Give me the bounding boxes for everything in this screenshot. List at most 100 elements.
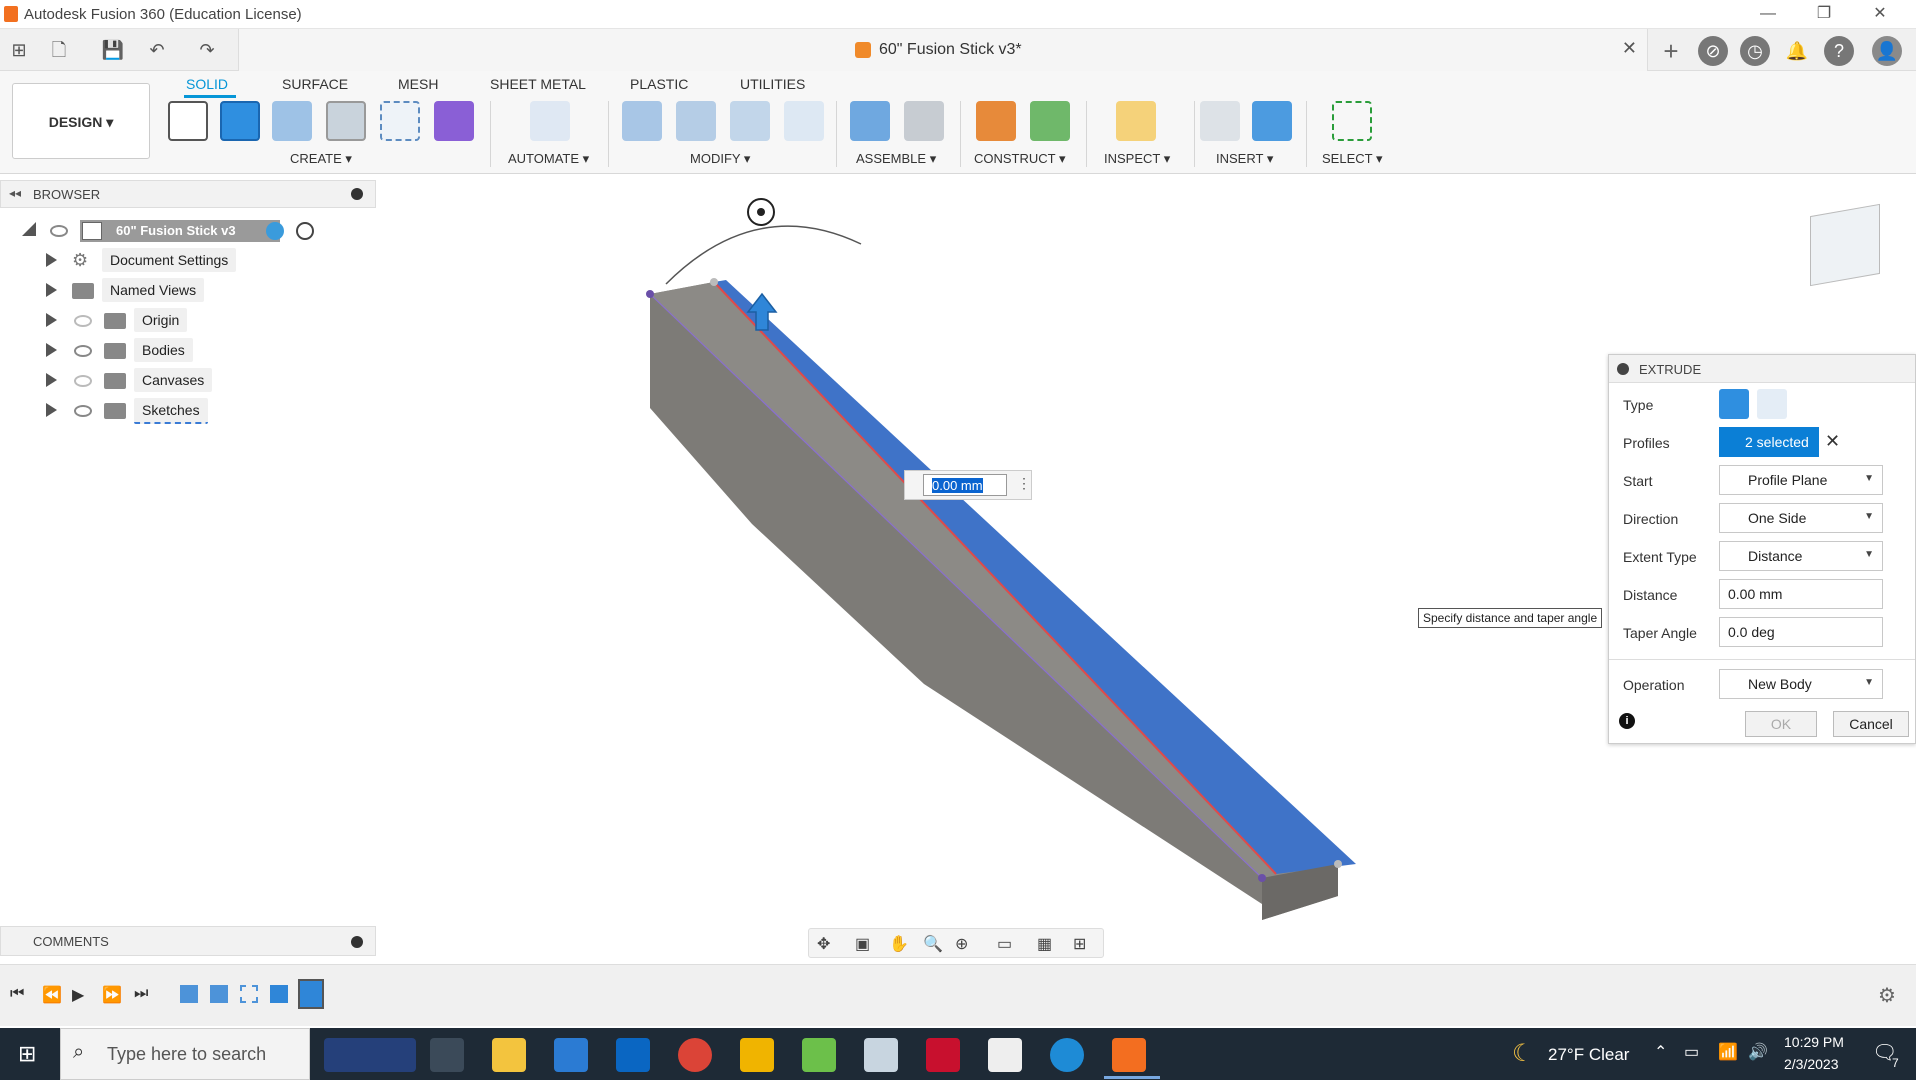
expand-triangle-icon[interactable] — [46, 403, 57, 417]
tab-plastic[interactable]: PLASTIC — [630, 76, 688, 92]
taper-angle-input[interactable]: 0.0 deg — [1719, 617, 1883, 647]
offset-plane-icon[interactable] — [976, 101, 1016, 141]
extrude-icon[interactable] — [220, 101, 260, 141]
extrude-type-solid-icon[interactable] — [1719, 389, 1749, 419]
group-inspect[interactable]: INSPECT ▾ — [1104, 151, 1170, 167]
display-settings-icon[interactable]: ▭ — [997, 934, 1012, 954]
group-assemble[interactable]: ASSEMBLE ▾ — [856, 151, 936, 167]
new-component-icon[interactable] — [850, 101, 890, 141]
clock-date[interactable]: 2/3/2023 — [1784, 1056, 1839, 1072]
close-window-button[interactable]: ✕ — [1852, 0, 1908, 29]
target-radio-icon[interactable] — [296, 222, 314, 240]
tab-mesh[interactable]: MESH — [398, 76, 438, 92]
restore-button[interactable]: ❐ — [1796, 0, 1852, 29]
clock-time[interactable]: 10:29 PM — [1784, 1034, 1844, 1050]
expand-triangle-icon[interactable] — [46, 283, 57, 297]
pattern-icon[interactable] — [380, 101, 420, 141]
expand-triangle-icon[interactable] — [46, 373, 57, 387]
browser-pin-icon[interactable] — [351, 188, 363, 200]
group-modify[interactable]: MODIFY ▾ — [690, 151, 750, 167]
play-icon[interactable]: ▶ — [72, 985, 84, 1005]
help-icon[interactable]: ? — [1824, 36, 1854, 66]
weather-text[interactable]: 27°F Clear — [1548, 1045, 1629, 1065]
autocad-icon[interactable] — [926, 1038, 960, 1072]
document-tab[interactable]: 60" Fusion Stick v3* ✕ — [238, 29, 1648, 71]
ok-button[interactable]: OK — [1745, 711, 1817, 737]
powerpoint-app-icon[interactable] — [740, 1038, 774, 1072]
revolve-icon[interactable] — [272, 101, 312, 141]
pan-hand-icon[interactable]: ✋ — [889, 934, 909, 954]
expand-triangle-icon[interactable] — [46, 343, 57, 357]
timeline-sketch-icon[interactable] — [180, 985, 198, 1003]
timeline-extrude-icon[interactable] — [270, 985, 288, 1003]
file-menu-icon[interactable]: 🗋 — [44, 36, 74, 64]
tree-item-named-views[interactable]: Named Views — [46, 278, 346, 304]
fusion-360-taskbar-icon[interactable] — [1112, 1038, 1146, 1072]
extensions-icon[interactable]: ⊘ — [1698, 36, 1728, 66]
create-form-icon[interactable] — [434, 101, 474, 141]
undo-icon[interactable]: ↶ — [142, 36, 172, 64]
hidden-eye-icon[interactable] — [74, 315, 92, 327]
step-forward-icon[interactable]: ⏩ — [102, 985, 122, 1005]
fit-icon[interactable]: ⊕ — [955, 934, 968, 954]
activate-component-icon[interactable] — [266, 222, 284, 240]
paint-icon[interactable] — [864, 1038, 898, 1072]
comments-panel[interactable]: COMMENTS — [0, 926, 376, 956]
step-back-icon[interactable]: ⏪ — [42, 985, 62, 1005]
file-explorer-icon[interactable] — [492, 1038, 526, 1072]
insert-canvas-icon[interactable] — [1252, 101, 1292, 141]
group-construct[interactable]: CONSTRUCT ▾ — [974, 151, 1066, 167]
hidden-eye-icon[interactable] — [74, 375, 92, 387]
insert-derive-icon[interactable] — [1200, 101, 1240, 141]
create-sketch-icon[interactable] — [168, 101, 208, 141]
direction-select[interactable]: One Side — [1719, 503, 1883, 533]
windows-start-icon[interactable]: ⊞ — [18, 1041, 36, 1067]
timeline-current-feature-icon[interactable] — [298, 979, 324, 1009]
outlook-icon[interactable] — [616, 1038, 650, 1072]
zoom-icon[interactable]: 🔍 — [923, 934, 943, 954]
distance-input[interactable]: 0.00 mm — [1719, 579, 1883, 609]
orbit-icon[interactable]: ✥ — [817, 934, 830, 954]
tab-solid[interactable]: SOLID — [186, 76, 228, 92]
browser-panel-header[interactable]: ◂◂ BROWSER — [0, 180, 376, 208]
collapse-triangle-icon[interactable] — [22, 222, 36, 236]
close-tab-icon[interactable]: ✕ — [1622, 38, 1637, 59]
align-icon[interactable] — [784, 101, 824, 141]
hole-icon[interactable] — [326, 101, 366, 141]
camtasia-icon[interactable] — [802, 1038, 836, 1072]
redo-icon[interactable]: ↷ — [192, 36, 222, 64]
viewcube[interactable] — [1810, 203, 1880, 287]
expand-triangle-icon[interactable] — [46, 253, 57, 267]
amsted-app-icon[interactable] — [324, 1038, 416, 1072]
more-options-icon[interactable]: ⋮ — [1017, 475, 1031, 492]
viewports-icon[interactable]: ⊞ — [1073, 934, 1086, 954]
info-icon[interactable]: i — [1619, 713, 1635, 729]
tab-sheet-metal[interactable]: SHEET METAL — [490, 76, 586, 92]
workspace-design-button[interactable]: DESIGN ▾ — [12, 83, 150, 159]
taskbar-search-box[interactable]: ⌕ Type here to search — [60, 1028, 310, 1080]
battery-icon[interactable]: ▭ — [1684, 1042, 1699, 1062]
visibility-eye-icon[interactable] — [50, 225, 68, 237]
tree-item-origin[interactable]: Origin — [46, 308, 346, 334]
go-to-end-icon[interactable]: ⏭ — [134, 985, 148, 1003]
internet-explorer-icon[interactable] — [554, 1038, 588, 1072]
tree-item-bodies[interactable]: Bodies — [46, 338, 346, 364]
notifications-bell-icon[interactable]: 🔔 — [1782, 36, 1812, 66]
collapse-dialog-icon[interactable] — [1617, 363, 1629, 375]
wifi-icon[interactable]: 📶 — [1718, 1042, 1738, 1062]
look-at-icon[interactable]: ▣ — [855, 934, 870, 954]
joint-icon[interactable] — [904, 101, 944, 141]
group-select[interactable]: SELECT ▾ — [1322, 151, 1382, 167]
user-avatar[interactable]: 👤 — [1872, 36, 1902, 66]
cancel-button[interactable]: Cancel — [1833, 711, 1909, 737]
midplane-icon[interactable] — [1030, 101, 1070, 141]
viewport-canvas[interactable] — [376, 174, 1606, 924]
tree-item-canvases[interactable]: Canvases — [46, 368, 346, 394]
data-panel-grid-icon[interactable]: ⊞ — [4, 36, 34, 64]
timeline-sketch-icon[interactable] — [240, 985, 258, 1003]
viewport-distance-input[interactable]: 0.00 mm — [923, 474, 1007, 496]
profiles-selection-button[interactable]: 2 selected — [1719, 427, 1819, 457]
group-insert[interactable]: INSERT ▾ — [1216, 151, 1273, 167]
save-icon[interactable]: 💾 — [98, 36, 128, 64]
chrome-icon[interactable] — [678, 1038, 712, 1072]
